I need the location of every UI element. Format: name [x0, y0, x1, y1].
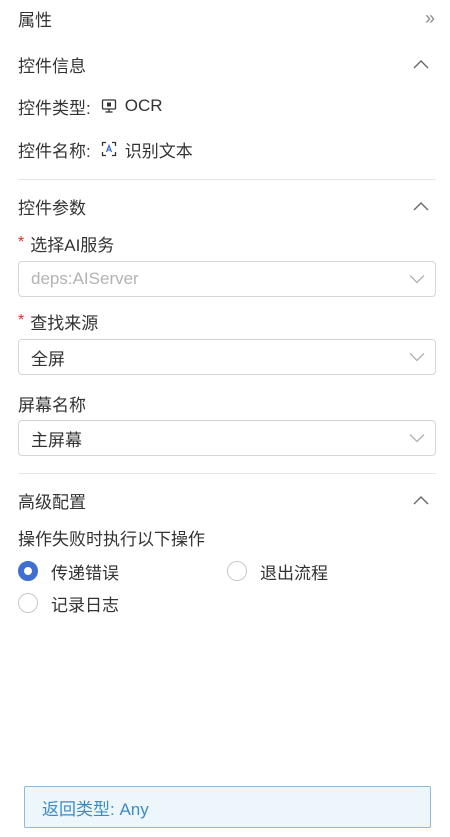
radio-log-label: 记录日志: [51, 595, 119, 615]
on-fail-label-text: 操作失败时执行以下操作: [18, 529, 205, 549]
chevron-up-icon[interactable]: [410, 195, 432, 217]
screen-name-label-text: 屏幕名称: [18, 395, 86, 415]
section-control-params-header[interactable]: 控件参数: [18, 192, 432, 220]
screen-name-label: 屏幕名称: [18, 391, 86, 415]
section-advanced-header[interactable]: 高级配置: [18, 486, 432, 514]
collapse-panel-icon[interactable]: »: [425, 8, 435, 29]
chevron-down-icon: [409, 271, 425, 287]
find-source-label-text: 查找来源: [30, 313, 99, 333]
required-mark: *: [18, 312, 25, 329]
radio-exit-flow-label: 退出流程: [260, 563, 328, 583]
chevron-up-icon[interactable]: [410, 53, 432, 75]
radio-dot-selected[interactable]: [18, 561, 38, 581]
find-source-value: 全屏: [31, 349, 65, 369]
chevron-up-icon[interactable]: [410, 489, 432, 511]
control-name-value: 识别文本: [124, 141, 193, 161]
panel-title: 属性: [18, 10, 52, 30]
control-type-value: OCR: [124, 96, 163, 115]
control-name-label: 控件名称:: [18, 141, 91, 161]
divider: [18, 179, 436, 180]
section-control-info-title: 控件信息: [18, 56, 86, 76]
scan-text-icon: [101, 141, 117, 157]
radio-log[interactable]: 记录日志: [18, 590, 119, 616]
ai-service-label-text: 选择AI服务: [30, 235, 115, 255]
on-fail-label: 操作失败时执行以下操作: [18, 525, 205, 549]
find-source-label: * 查找来源: [18, 309, 98, 333]
section-advanced-title: 高级配置: [18, 492, 86, 512]
radio-exit-flow[interactable]: 退出流程: [227, 558, 328, 584]
control-name-row: 控件名称: 识别文本: [18, 136, 193, 162]
panel-header: 属性 »: [18, 4, 435, 32]
monitor-icon: [101, 98, 117, 114]
control-type-row: 控件类型: OCR: [18, 93, 163, 119]
chevron-down-icon: [409, 349, 425, 365]
ai-service-value: deps:AIServer: [31, 269, 139, 288]
radio-pass-error-label: 传递错误: [51, 563, 119, 583]
ai-service-select[interactable]: deps:AIServer: [18, 261, 436, 297]
chevron-down-icon: [409, 430, 425, 446]
radio-pass-error[interactable]: 传递错误: [18, 558, 119, 584]
return-type-text: 返回类型: Any: [42, 799, 149, 819]
required-mark: *: [18, 234, 25, 251]
radio-dot[interactable]: [18, 593, 38, 613]
screen-name-value: 主屏幕: [31, 430, 82, 450]
return-type-box: 返回类型: Any: [24, 786, 431, 828]
divider: [18, 473, 436, 474]
ai-service-label: * 选择AI服务: [18, 231, 114, 255]
radio-dot[interactable]: [227, 561, 247, 581]
find-source-select[interactable]: 全屏: [18, 339, 436, 375]
control-type-label: 控件类型:: [18, 98, 91, 118]
section-control-info-header[interactable]: 控件信息: [18, 50, 432, 78]
screen-name-select[interactable]: 主屏幕: [18, 420, 436, 456]
section-control-params-title: 控件参数: [18, 198, 86, 218]
